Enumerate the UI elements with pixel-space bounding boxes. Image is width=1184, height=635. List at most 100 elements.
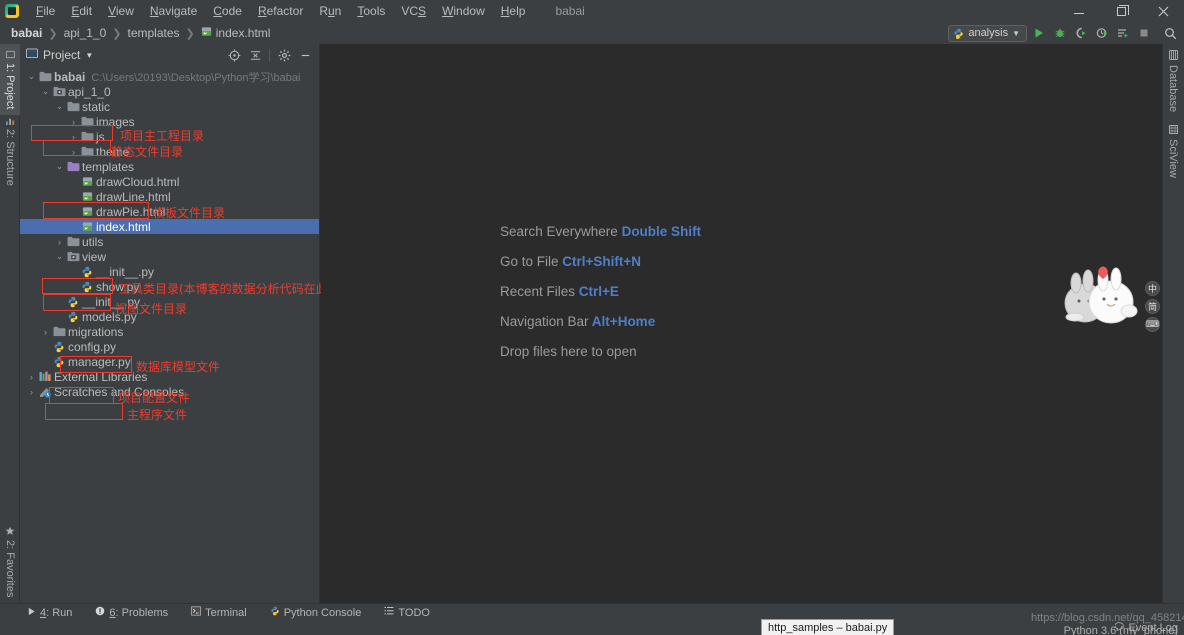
menu-item-navigate[interactable]: Navigate [142, 1, 205, 21]
tree-item[interactable]: drawPie.html [20, 204, 319, 219]
tree-item[interactable]: drawCloud.html [20, 174, 319, 189]
tree-item[interactable]: config.py [20, 339, 319, 354]
tree-item[interactable]: manager.py [20, 354, 319, 369]
menu-item-view[interactable]: View [100, 1, 142, 21]
tree-item[interactable]: models.py [20, 309, 319, 324]
breadcrumb-item-templates[interactable]: templates [125, 25, 183, 41]
menu-item-refactor[interactable]: Refactor [250, 1, 311, 21]
menu-item-edit[interactable]: Edit [63, 1, 100, 21]
tree-item[interactable]: ⌄ view [20, 249, 319, 264]
tree-item[interactable]: › utils [20, 234, 319, 249]
menu-item-file[interactable]: File [28, 1, 63, 21]
sidebar-item-favorites-label: 2: Favorites [4, 540, 16, 598]
hide-panel-button[interactable] [295, 45, 315, 65]
project-panel-title[interactable]: Project ▼ [26, 48, 93, 62]
editor-hint: Search Everywhere Double Shift [500, 224, 701, 254]
chevron-right-icon[interactable]: › [26, 386, 37, 397]
tree-item-label: babai [54, 69, 86, 84]
debug-button[interactable] [1050, 24, 1069, 43]
sidebar-item-project[interactable]: 1: Project [0, 44, 20, 116]
gear-icon[interactable] [274, 45, 294, 65]
breadcrumb[interactable]: babai ❯ api_1_0 ❯ templates ❯ index.html [8, 25, 273, 41]
menu-item-run[interactable]: Run [311, 1, 349, 21]
chevron-down-icon[interactable]: ⌄ [26, 71, 37, 82]
breadcrumb-item-index-html[interactable]: index.html [198, 25, 274, 41]
chevron-down-icon[interactable]: ⌄ [54, 251, 65, 262]
stop-button[interactable] [1134, 24, 1153, 43]
chevron-right-icon[interactable]: › [68, 131, 79, 142]
menu-item-help[interactable]: Help [493, 1, 534, 21]
python-icon [954, 28, 963, 39]
collapse-all-button[interactable] [245, 45, 265, 65]
run-configuration-selector[interactable]: analysis ▼ [948, 24, 1027, 42]
menu-bar[interactable]: File Edit View Navigate Code Refactor Run Tools… [28, 1, 533, 21]
menu-item-code[interactable]: Code [205, 1, 250, 21]
minimize-window-button[interactable] [1058, 0, 1100, 22]
tree-item[interactable]: __init__.py [20, 294, 319, 309]
run-with-console-button[interactable] [1113, 24, 1132, 43]
breadcrumb-item-babai[interactable]: babai [8, 25, 45, 41]
editor-hint-action: Drop files here to open [500, 344, 637, 359]
tree-item[interactable]: › images [20, 114, 319, 129]
sidebar-item-sciview[interactable]: SciView [1162, 119, 1184, 184]
run-button[interactable] [1029, 24, 1048, 43]
tree-item[interactable]: ⌄ templates [20, 159, 319, 174]
search-icon[interactable] [1161, 24, 1180, 43]
menu-item-window[interactable]: Window [434, 1, 493, 21]
tree-item[interactable]: › Scratches and Consoles [20, 384, 319, 399]
restore-window-button[interactable] [1100, 0, 1142, 22]
select-opened-file-button[interactable] [224, 45, 244, 65]
interpreter-status[interactable]: Python 3.6 (my_phone) [1064, 625, 1178, 635]
folder-icon [79, 144, 95, 159]
sidebar-item-structure[interactable]: 2: Structure [0, 110, 20, 192]
tree-item[interactable]: › js [20, 129, 319, 144]
tree-item-label: Scratches and Consoles [54, 384, 185, 399]
bottom-tool-window-bar: 4: Run 6: Problems Terminal Python Console T… [0, 603, 1184, 621]
menu-item-tools[interactable]: Tools [349, 1, 393, 21]
bottom-tab-6--problems[interactable]: 6: Problems [92, 605, 171, 620]
tree-item[interactable]: show.py [20, 279, 319, 294]
tree-item[interactable]: › External Libraries [20, 369, 319, 384]
close-window-button[interactable] [1142, 0, 1184, 22]
project-tree[interactable]: ⌄ babai C:\Users\20193\Desktop\Python学习\ba… [20, 66, 319, 607]
tree-item[interactable]: ⌄ static [20, 99, 319, 114]
breadcrumb-item-api-1-0[interactable]: api_1_0 [61, 25, 110, 41]
bottom-tab-python-console[interactable]: Python Console [267, 605, 365, 620]
editor-empty-area[interactable]: Search Everywhere Double Shift Go to File… [321, 44, 1162, 607]
chevron-right-icon[interactable]: › [68, 116, 79, 127]
sidebar-item-database[interactable]: Database [1162, 44, 1184, 118]
sogou-ime-widget[interactable]: 中 简 ⌨ [1055, 265, 1160, 335]
chevron-down-icon[interactable]: ⌄ [40, 86, 51, 97]
sidebar-item-sciview-label: SciView [1167, 139, 1179, 178]
tree-item[interactable]: › theme [20, 144, 319, 159]
chevron-right-icon[interactable]: › [26, 371, 37, 382]
chevron-down-icon[interactable]: ⌄ [54, 161, 65, 172]
play-icon [27, 607, 36, 619]
python-console-icon [270, 606, 280, 619]
chevron-right-icon[interactable]: › [68, 146, 79, 157]
chevron-down-icon[interactable]: ⌄ [54, 101, 65, 112]
ime-language-button[interactable]: 中 [1145, 281, 1160, 296]
profile-button[interactable] [1092, 24, 1111, 43]
editor-hint-action: Go to File [500, 254, 559, 269]
tree-item[interactable]: › migrations [20, 324, 319, 339]
sidebar-item-project-label: 1: Project [4, 63, 16, 110]
tree-item[interactable]: ⌄ api_1_0 [20, 84, 319, 99]
bottom-tab-todo[interactable]: TODO [381, 605, 433, 620]
sidebar-item-favorites[interactable]: 2: Favorites [0, 520, 20, 603]
tree-item[interactable]: ⌄ babai C:\Users\20193\Desktop\Python学习\ba… [20, 69, 319, 84]
chevron-right-icon[interactable]: › [54, 236, 65, 247]
bottom-tab-4--run[interactable]: 4: Run [24, 606, 75, 620]
project-panel-header: Project ▼ [20, 44, 319, 66]
tree-item[interactable]: drawLine.html [20, 189, 319, 204]
menu-item-vcs[interactable]: VCS [393, 1, 434, 21]
tree-item[interactable]: __init__.py [20, 264, 319, 279]
chevron-right-icon[interactable]: › [40, 326, 51, 337]
run-coverage-button[interactable] [1071, 24, 1090, 43]
ime-simplified-button[interactable]: 简 [1145, 299, 1160, 314]
bunny-mascot-icon [1064, 266, 1138, 324]
bottom-tab-terminal[interactable]: Terminal [188, 605, 250, 620]
tree-item-selected[interactable]: index.html [20, 219, 319, 234]
ime-keyboard-button[interactable]: ⌨ [1145, 317, 1160, 332]
